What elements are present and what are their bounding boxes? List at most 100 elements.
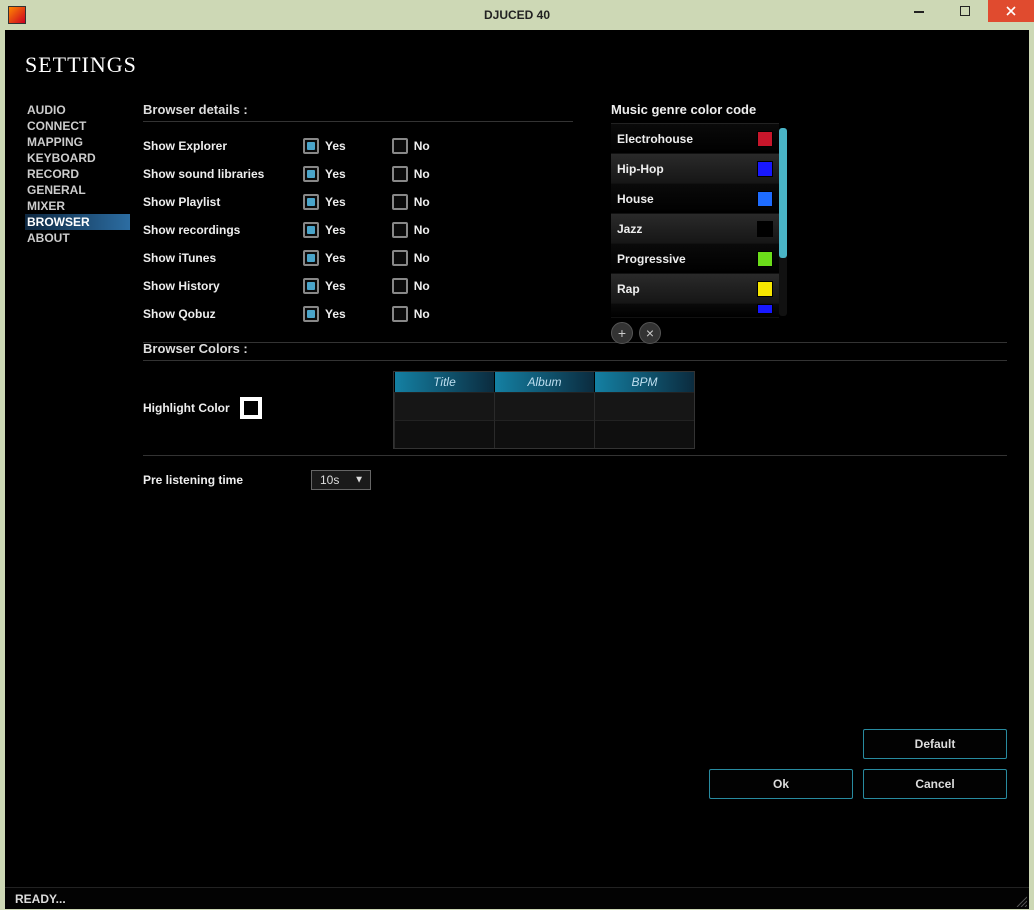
browser-detail-row: Show QobuzYesNo [143, 300, 573, 328]
color-cell[interactable] [394, 420, 494, 448]
yes-label: Yes [325, 223, 346, 237]
browser-detail-row: Show ExplorerYesNo [143, 132, 573, 160]
genre-color-swatch[interactable] [757, 251, 773, 267]
color-cell[interactable] [494, 420, 594, 448]
yes-option[interactable]: Yes [303, 222, 346, 238]
checkbox-icon [392, 222, 408, 238]
yes-option[interactable]: Yes [303, 138, 346, 154]
default-button[interactable]: Default [863, 729, 1007, 759]
minimize-button[interactable] [896, 0, 942, 22]
genre-scrollbar-thumb[interactable] [779, 128, 787, 258]
yes-option[interactable]: Yes [303, 194, 346, 210]
color-col-album[interactable]: Album [494, 372, 594, 392]
sidebar-item-mixer[interactable]: MIXER [25, 198, 130, 214]
genre-scrollbar[interactable] [779, 128, 787, 316]
color-cell[interactable] [594, 392, 694, 420]
checkbox-icon [392, 306, 408, 322]
color-col-title[interactable]: Title [394, 372, 494, 392]
genre-row[interactable]: Progressive [611, 244, 779, 274]
genre-row[interactable]: Rap [611, 274, 779, 304]
genre-name: Hip-Hop [617, 162, 757, 176]
divider [143, 455, 1007, 456]
yes-option[interactable]: Yes [303, 250, 346, 266]
no-option[interactable]: No [392, 138, 430, 154]
genre-color-swatch[interactable] [757, 304, 773, 314]
pre-listen-select[interactable]: 10s ▼ [311, 470, 371, 490]
genre-name: Jazz [617, 222, 757, 236]
yes-option[interactable]: Yes [303, 306, 346, 322]
no-option[interactable]: No [392, 166, 430, 182]
yes-option[interactable]: Yes [303, 166, 346, 182]
no-label: No [414, 307, 430, 321]
genre-row[interactable]: Jazz [611, 214, 779, 244]
app-icon [8, 6, 26, 24]
pre-listen-label: Pre listening time [143, 473, 311, 487]
sidebar-item-general[interactable]: GENERAL [25, 182, 130, 198]
divider [143, 360, 1007, 361]
sidebar-item-about[interactable]: ABOUT [25, 230, 130, 246]
settings-heading: SETTINGS [25, 52, 1029, 78]
no-option[interactable]: No [392, 250, 430, 266]
window-title: DJUCED 40 [484, 8, 550, 22]
sidebar-item-record[interactable]: RECORD [25, 166, 130, 182]
yes-label: Yes [325, 307, 346, 321]
yes-label: Yes [325, 167, 346, 181]
yes-option[interactable]: Yes [303, 278, 346, 294]
genre-row[interactable]: Electrohouse [611, 124, 779, 154]
genre-color-swatch[interactable] [757, 221, 773, 237]
genre-name: Progressive [617, 252, 757, 266]
yes-label: Yes [325, 279, 346, 293]
no-option[interactable]: No [392, 306, 430, 322]
genre-name: Rap [617, 282, 757, 296]
color-cell[interactable] [494, 392, 594, 420]
color-cell[interactable] [594, 420, 694, 448]
checkbox-icon [303, 166, 319, 182]
checkbox-icon [392, 278, 408, 294]
close-button[interactable] [988, 0, 1034, 22]
genre-row[interactable]: House [611, 184, 779, 214]
browser-detail-label: Show iTunes [143, 251, 303, 265]
sidebar-item-audio[interactable]: AUDIO [25, 102, 130, 118]
sidebar-item-connect[interactable]: CONNECT [25, 118, 130, 134]
no-option[interactable]: No [392, 278, 430, 294]
browser-detail-row: Show PlaylistYesNo [143, 188, 573, 216]
status-text: READY... [15, 892, 66, 906]
browser-detail-label: Show recordings [143, 223, 303, 237]
checkbox-icon [392, 138, 408, 154]
no-label: No [414, 279, 430, 293]
checkbox-icon [392, 166, 408, 182]
genre-row[interactable]: Hip-Hop [611, 154, 779, 184]
status-bar: READY... [5, 887, 1029, 909]
add-genre-button[interactable]: + [611, 322, 633, 344]
genre-color-swatch[interactable] [757, 191, 773, 207]
no-option[interactable]: No [392, 222, 430, 238]
checkbox-icon [303, 250, 319, 266]
chevron-down-icon: ▼ [354, 475, 364, 486]
color-col-bpm[interactable]: BPM [594, 372, 694, 392]
genre-color-swatch[interactable] [757, 281, 773, 297]
no-label: No [414, 223, 430, 237]
highlight-color-label: Highlight Color [143, 401, 230, 415]
pre-listen-value: 10s [320, 473, 339, 487]
window-controls [896, 0, 1034, 30]
highlight-color-swatch[interactable] [240, 397, 262, 419]
genre-color-swatch[interactable] [757, 131, 773, 147]
cancel-button[interactable]: Cancel [863, 769, 1007, 799]
checkbox-icon [392, 250, 408, 266]
remove-genre-button[interactable]: × [639, 322, 661, 344]
genre-color-swatch[interactable] [757, 161, 773, 177]
resize-grip-icon[interactable] [1013, 893, 1027, 907]
checkbox-icon [303, 306, 319, 322]
color-cell[interactable] [394, 392, 494, 420]
ok-button[interactable]: Ok [709, 769, 853, 799]
no-label: No [414, 167, 430, 181]
no-option[interactable]: No [392, 194, 430, 210]
checkbox-icon [303, 278, 319, 294]
sidebar-item-mapping[interactable]: MAPPING [25, 134, 130, 150]
genre-row[interactable] [611, 304, 779, 318]
titlebar: DJUCED 40 [0, 0, 1034, 30]
sidebar-item-keyboard[interactable]: KEYBOARD [25, 150, 130, 166]
yes-label: Yes [325, 251, 346, 265]
maximize-button[interactable] [942, 0, 988, 22]
sidebar-item-browser[interactable]: BROWSER [25, 214, 130, 230]
